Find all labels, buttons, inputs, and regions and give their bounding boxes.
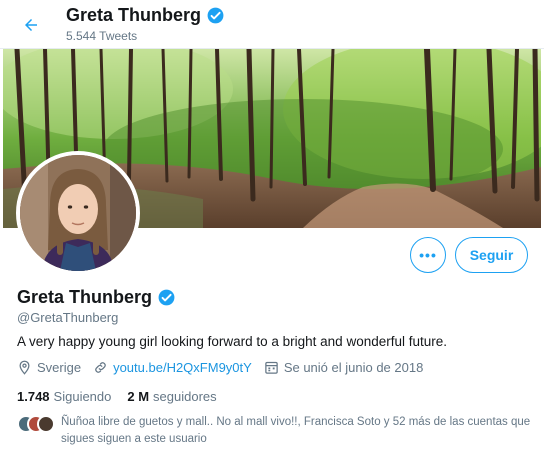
profile-name-text: Greta Thunberg	[17, 287, 153, 307]
verified-badge-icon	[207, 7, 224, 24]
mini-avatar-stack	[17, 415, 57, 433]
location-pin-icon	[19, 360, 30, 375]
followers-count: 2 M	[127, 389, 150, 404]
location-text: Sverige	[37, 360, 82, 375]
more-options-label: •••	[419, 247, 437, 263]
join-date-text: Se unió el junio de 2018	[283, 360, 424, 375]
following-label: Siguiendo	[53, 389, 112, 404]
followers-you-know-text: Ñuñoa libre de guetos y mall.. No al mal…	[61, 416, 531, 445]
profile-handle: @GretaThunberg	[17, 310, 119, 325]
profile-stats: 1.748 Siguiendo 2 M seguidores	[17, 389, 217, 404]
avatar-photo	[20, 155, 136, 271]
profile-name: Greta Thunberg	[17, 287, 176, 308]
website: youtu.be/H2QxFM9y0tY	[93, 360, 252, 375]
mini-avatar	[37, 415, 55, 433]
location: Sverige	[17, 360, 81, 375]
more-options-button[interactable]: •••	[410, 237, 446, 273]
calendar-icon	[265, 361, 278, 374]
followers-stat[interactable]: 2 M seguidores	[127, 389, 216, 404]
following-count: 1.748	[17, 389, 50, 404]
top-bar: Greta Thunberg 5.544 Tweets	[0, 0, 544, 49]
header-name-text: Greta Thunberg	[66, 5, 202, 25]
verified-badge-icon	[158, 289, 175, 306]
profile-meta: Sverige youtu.be/H2QxFM9y0tY Se unió el …	[17, 360, 435, 375]
back-arrow-icon	[25, 19, 37, 31]
tweet-count: 5.544 Tweets	[66, 29, 138, 43]
back-button[interactable]	[16, 10, 46, 40]
join-date: Se unió el junio de 2018	[264, 360, 424, 375]
following-stat[interactable]: 1.748 Siguiendo	[17, 389, 111, 404]
profile-avatar[interactable]	[16, 151, 140, 275]
followers-label: seguidores	[153, 389, 217, 404]
followers-you-know[interactable]: Ñuñoa libre de guetos y mall.. No al mal…	[17, 414, 531, 448]
follow-button[interactable]: Seguir	[455, 237, 528, 273]
header-name: Greta Thunberg	[66, 5, 225, 26]
link-icon	[95, 362, 106, 373]
profile-bio: A very happy young girl looking forward …	[17, 334, 448, 349]
website-link[interactable]: youtu.be/H2QxFM9y0tY	[113, 360, 252, 375]
